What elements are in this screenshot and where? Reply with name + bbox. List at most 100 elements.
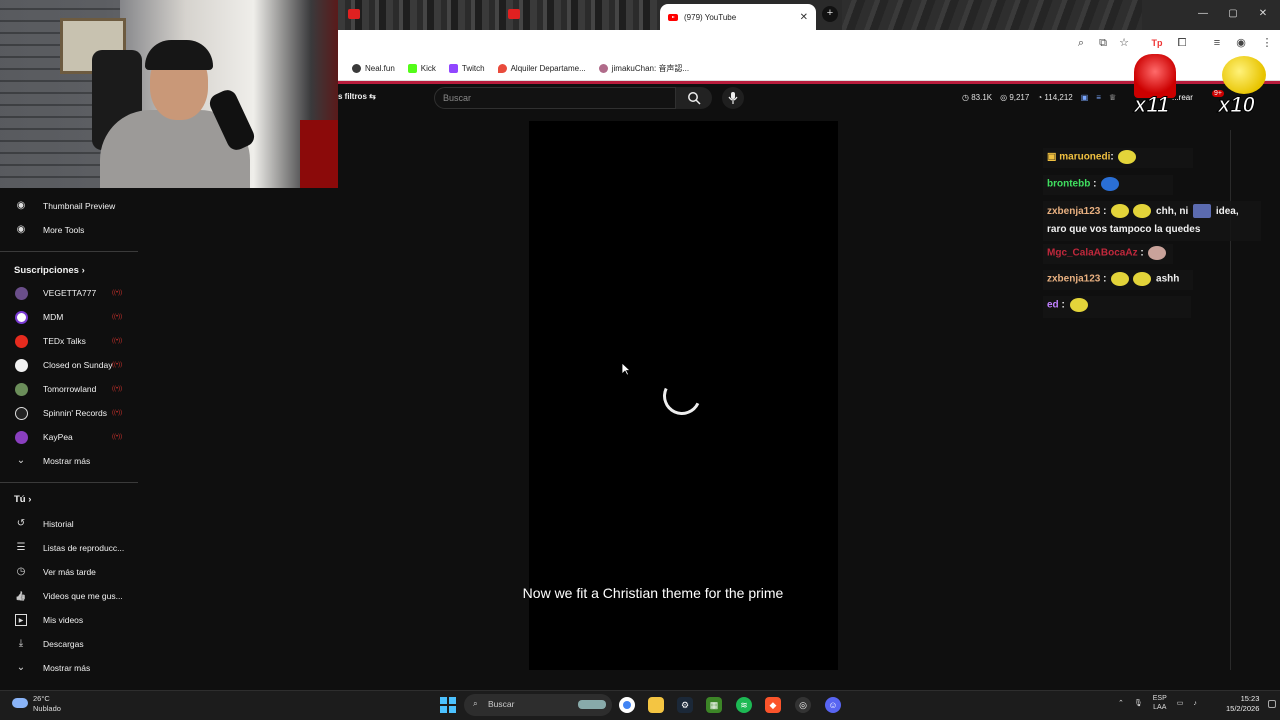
- active-tab[interactable]: (979) YouTube ✕: [660, 4, 816, 30]
- discord-icon[interactable]: ☺: [825, 697, 841, 713]
- sidebar-item-more-tools[interactable]: ◉ More Tools: [0, 219, 138, 241]
- avatar: [15, 334, 28, 348]
- bookmark-star-icon[interactable]: ☆: [1117, 36, 1131, 50]
- voice-search-button[interactable]: [722, 87, 744, 109]
- microphone-tray-icon[interactable]: 🎙: [1134, 699, 1143, 707]
- close-window-icon[interactable]: ✕: [1256, 8, 1270, 19]
- bookmark-alquiler[interactable]: Alquiler Departame...: [497, 63, 586, 73]
- new-tab-button[interactable]: +: [822, 6, 838, 22]
- list-icon[interactable]: ≡: [1096, 93, 1101, 102]
- subscription-label: TEDx Talks: [43, 336, 86, 346]
- search-input[interactable]: Buscar: [434, 87, 676, 109]
- sidebar-item-history[interactable]: ↺ Historial: [0, 513, 138, 535]
- chat-settings-icon[interactable]: ▣: [1081, 93, 1089, 102]
- subscription-item[interactable]: Spinnin' Records ((•)): [0, 402, 138, 424]
- trophy-icon[interactable]: ♕: [1109, 93, 1116, 102]
- profile-avatar-icon[interactable]: ◉: [1234, 36, 1248, 50]
- extensions-puzzle-icon[interactable]: ⧠: [1175, 36, 1189, 50]
- show-more-you[interactable]: ⌄ Mostrar más: [0, 657, 138, 679]
- media-controls-icon[interactable]: ≡: [1210, 36, 1224, 50]
- spotify-icon[interactable]: ≋: [736, 697, 752, 713]
- chevron-up-icon[interactable]: ⌃: [1118, 699, 1124, 707]
- chat-text: raro que vos tampoco la quedes: [1047, 224, 1201, 235]
- stat-value: 83.1K: [971, 93, 993, 102]
- subscription-item[interactable]: VEGETTA777 ((•)): [0, 282, 138, 304]
- like-icon: 👍: [15, 591, 27, 601]
- sidebar-item-downloads[interactable]: ⤓ Descargas: [0, 633, 138, 655]
- subscription-item[interactable]: Closed on Sunday ((•)): [0, 354, 138, 376]
- sidebar-item-liked-videos[interactable]: 👍 Videos que me gus...: [0, 585, 138, 607]
- emote-icon: [1118, 150, 1137, 164]
- github-icon[interactable]: ◎: [795, 697, 811, 713]
- chevron-right-icon: ›: [28, 494, 32, 505]
- filters-label: s filtros: [338, 92, 367, 101]
- tab-close-icon[interactable]: ✕: [800, 12, 808, 23]
- chat-message: Mgc_CalaABocaAz :: [1043, 244, 1173, 264]
- weather-widget[interactable]: 26°C Nublado: [12, 694, 61, 714]
- taskbar-clock[interactable]: 15:23 15/2/2026: [1226, 694, 1259, 714]
- emote-icon: [1101, 177, 1120, 191]
- history-icon: ↺: [16, 518, 26, 529]
- show-more-subscriptions[interactable]: ⌄ Mostrar más: [0, 450, 138, 472]
- brave-icon[interactable]: ◆: [765, 697, 781, 713]
- subscriptions-header[interactable]: Suscripciones ›: [14, 265, 85, 276]
- steam-icon[interactable]: ⚙: [677, 697, 693, 713]
- search-button[interactable]: [676, 87, 712, 109]
- live-icon: ((•)): [112, 386, 123, 392]
- chat-message: ▣ maruonedi:: [1043, 148, 1193, 168]
- live-icon: ((•)): [112, 410, 123, 416]
- avatar: [15, 382, 28, 396]
- bookmark-kick[interactable]: Kick: [407, 63, 436, 73]
- sidebar-item-playlists[interactable]: ☰ Listas de reproducc...: [0, 537, 138, 559]
- extension-icon[interactable]: Tp: [1150, 36, 1164, 50]
- inactive-tabs[interactable]: [338, 0, 660, 30]
- minecraft-icon[interactable]: ▦: [706, 697, 722, 713]
- filters-button[interactable]: s filtros ⇆: [338, 92, 376, 101]
- bookmark-twitch[interactable]: Twitch: [448, 63, 485, 73]
- filter-sliders-icon: ⇆: [369, 92, 376, 101]
- you-header[interactable]: Tú ›: [14, 494, 31, 505]
- sidebar-item-thumbnail-preview[interactable]: ◉ Thumbnail Preview: [0, 195, 138, 217]
- live-icon: ((•)): [112, 434, 123, 440]
- taskbar-search[interactable]: ⌕ Buscar: [464, 694, 612, 716]
- chat-text: idea,: [1215, 206, 1239, 217]
- chat-username: zxbenja123: [1047, 273, 1101, 285]
- sidebar-item-my-videos[interactable]: ▶ Mis videos: [0, 609, 138, 631]
- subscription-item[interactable]: KayPea ((•)): [0, 426, 138, 448]
- weather-desc: Nublado: [33, 704, 61, 713]
- display-icon[interactable]: ▭: [1177, 699, 1184, 707]
- maximize-icon[interactable]: ▢: [1226, 8, 1240, 19]
- chevron-right-icon: ›: [81, 265, 85, 276]
- notifications-icon[interactable]: [1268, 700, 1276, 708]
- active-tab-title: (979) YouTube: [684, 12, 737, 22]
- section-title: Tú: [14, 494, 26, 505]
- sidebar-item-watch-later[interactable]: ◷ Ver más tarde: [0, 561, 138, 583]
- youtube-tab-icon[interactable]: [508, 9, 520, 19]
- live-icon: ((•)): [112, 314, 123, 320]
- subscription-item[interactable]: TEDx Talks ((•)): [0, 330, 138, 352]
- alert-multiplier: x10: [1218, 92, 1256, 118]
- webcam-overlay: [0, 0, 338, 188]
- bookmark-neal-fun[interactable]: Neal.fun: [352, 63, 395, 73]
- subscription-item[interactable]: MDM ((•)): [0, 306, 138, 328]
- show-more-label: Mostrar más: [43, 663, 91, 673]
- chat-username: ed: [1047, 299, 1059, 311]
- volume-icon[interactable]: ♪: [1193, 700, 1197, 707]
- subscription-item[interactable]: Tomorrowland ((•)): [0, 378, 138, 400]
- chrome-icon[interactable]: [619, 697, 635, 713]
- subscription-label: Spinnin' Records: [43, 408, 107, 418]
- system-tray: ⌃ 🎙 ESP LAA ▭ ♪: [1118, 694, 1197, 712]
- my-videos-icon: ▶: [15, 614, 27, 626]
- start-button[interactable]: [440, 697, 456, 713]
- zoom-icon[interactable]: ⌕: [1074, 36, 1088, 50]
- sidebar-item-label: Mis videos: [43, 615, 84, 625]
- install-app-icon[interactable]: ⧉: [1096, 36, 1110, 50]
- youtube-tab-icon[interactable]: [348, 9, 360, 19]
- file-explorer-icon[interactable]: [648, 697, 664, 713]
- language-indicator[interactable]: ESP LAA: [1153, 694, 1167, 712]
- browser-menu-icon[interactable]: ⋮: [1260, 36, 1274, 50]
- minimize-icon[interactable]: —: [1196, 8, 1210, 19]
- anime-avatar-icon: [598, 63, 608, 73]
- avatar: [15, 286, 28, 300]
- bookmark-jimakuchan[interactable]: jimakuChan: 音声認...: [598, 63, 689, 74]
